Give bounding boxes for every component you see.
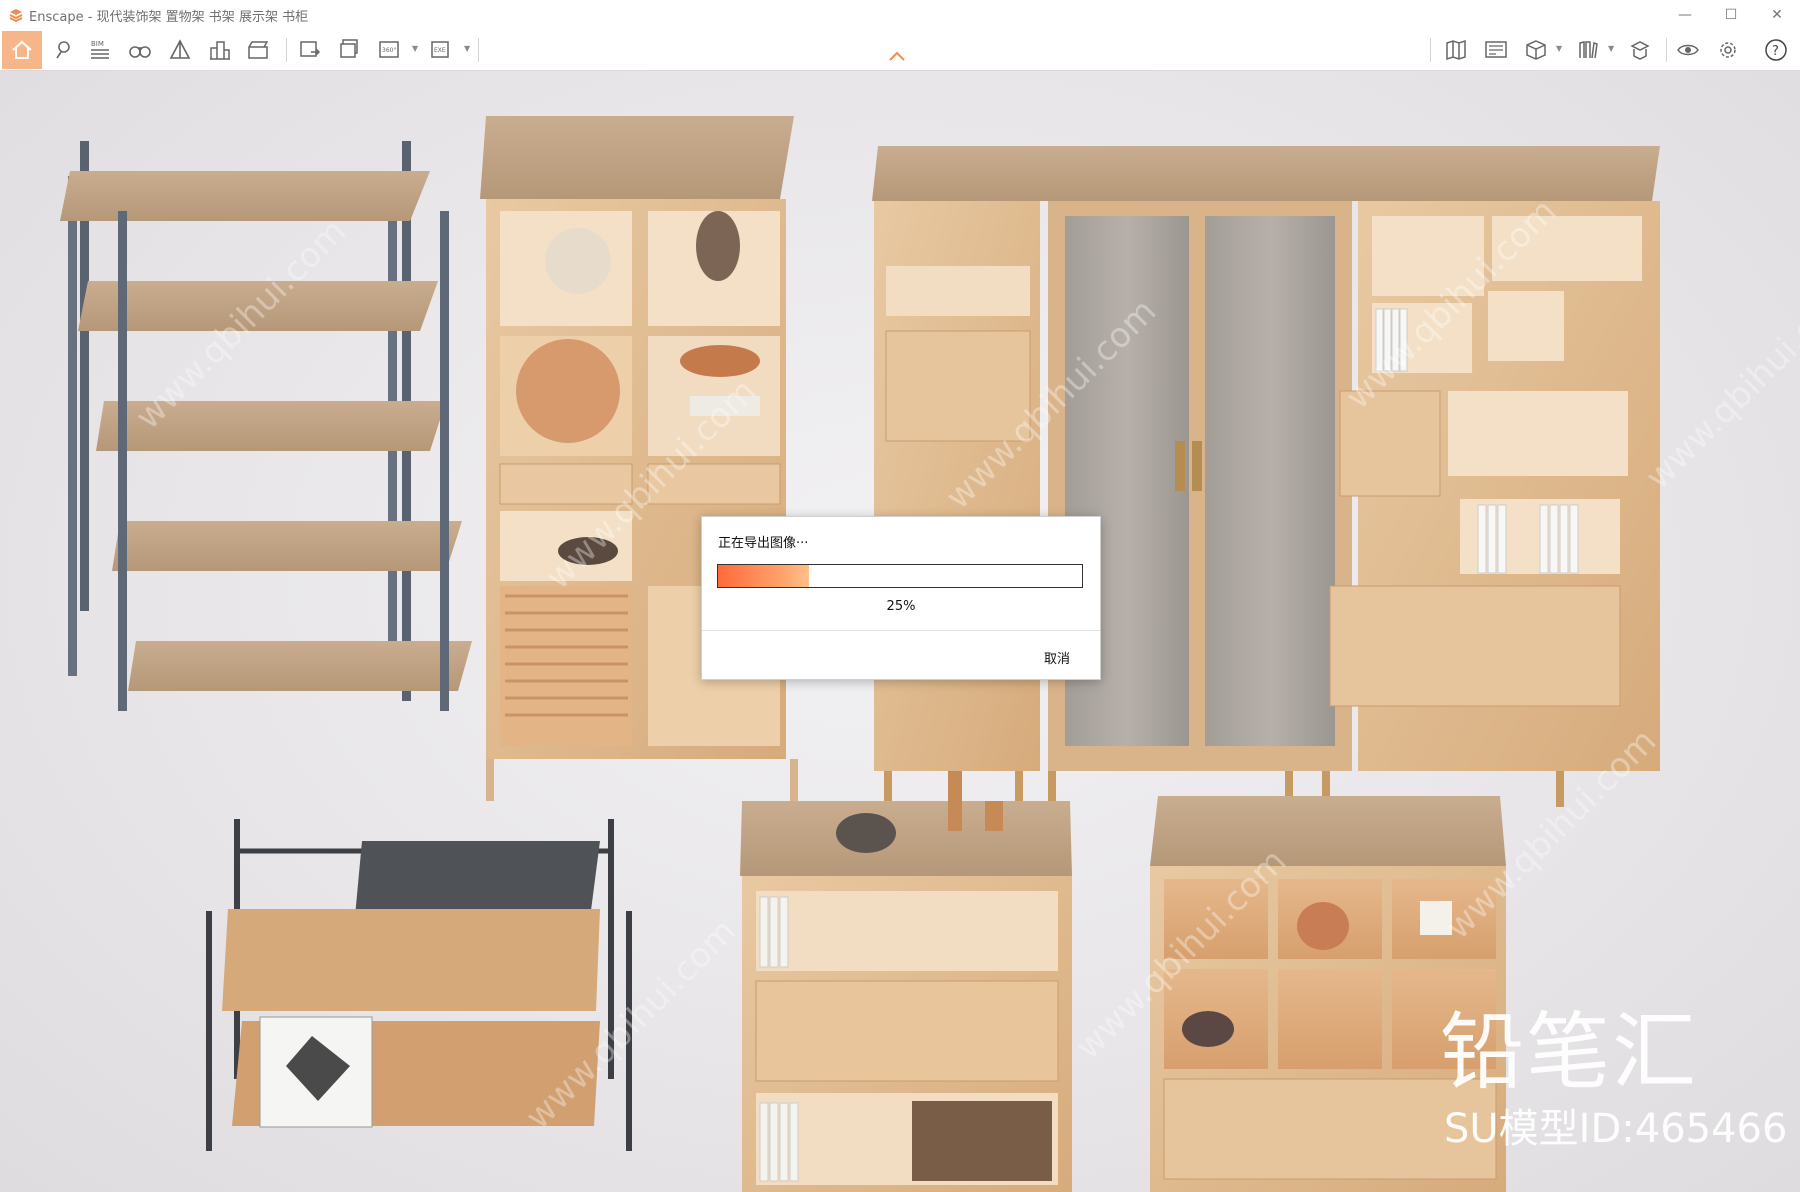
bim-icon: BIM [91, 40, 109, 59]
gear-icon [1720, 42, 1736, 58]
map-icon [1446, 39, 1466, 61]
home-button[interactable] [2, 31, 42, 69]
svg-text:BIM: BIM [91, 40, 104, 48]
binoculars-icon [129, 46, 151, 58]
location-button[interactable] [46, 34, 78, 66]
chevron-down-icon[interactable]: ▼ [1608, 44, 1614, 53]
dialog-divider [702, 630, 1100, 631]
svg-text:?: ? [1772, 44, 1779, 59]
close-button[interactable]: ✕ [1754, 0, 1800, 30]
toolbar: BIM 360° ▼ EXE ▼ ▼ ▼ ? [0, 30, 1800, 71]
window-controls: — ☐ ✕ [1662, 0, 1800, 30]
location-icon [56, 41, 70, 59]
svg-text:EXE: EXE [434, 47, 446, 54]
binoculars-button[interactable] [124, 34, 156, 66]
chevron-down-icon[interactable]: ▼ [412, 44, 418, 53]
map-button[interactable] [1440, 34, 1472, 66]
chevron-down-icon[interactable]: ▼ [464, 44, 470, 53]
progress-fill [718, 565, 809, 587]
clapper-icon [248, 41, 269, 59]
toolbar-separator [478, 38, 479, 62]
perspective-button[interactable] [164, 34, 196, 66]
screenshot-button[interactable] [294, 34, 326, 66]
eye-icon [1677, 44, 1699, 56]
cube-icon [1526, 40, 1546, 60]
export-progress-dialog: 正在导出图像··· 25% 取消 [701, 516, 1101, 680]
batch-render-icon [340, 39, 358, 58]
bim-button[interactable]: BIM [84, 34, 116, 66]
panorama-icon: 360° [379, 41, 399, 58]
cancel-button[interactable]: 取消 [1044, 648, 1070, 667]
perspective-icon [169, 39, 191, 59]
enscape-logo-icon [9, 9, 23, 22]
help-button[interactable]: ? [1760, 34, 1792, 66]
chevron-down-icon[interactable]: ▼ [1556, 44, 1562, 53]
library-icon [1579, 41, 1598, 59]
buildings-icon [210, 41, 230, 60]
buildings-button[interactable] [204, 34, 236, 66]
visibility-button[interactable] [1672, 34, 1704, 66]
cube-button[interactable] [1520, 34, 1552, 66]
monitor-button[interactable] [1480, 34, 1512, 66]
svg-text:360°: 360° [382, 47, 396, 54]
metal-shelf-unit [60, 141, 472, 711]
batch-render-button[interactable] [334, 34, 366, 66]
minimize-button[interactable]: — [1662, 0, 1708, 30]
display-cabinet [480, 116, 798, 801]
title-bar: Enscape - 现代装饰架 置物架 书架 展示架 书柜 — ☐ ✕ [0, 0, 1800, 30]
exe-export-icon: EXE [431, 41, 449, 58]
panorama-button[interactable]: 360° [374, 34, 406, 66]
svg-text:www.qbihui.com: www.qbihui.com [1638, 271, 1800, 497]
home-icon [12, 40, 32, 59]
low-cabinet [740, 771, 1072, 1192]
toolbar-separator [1430, 38, 1431, 62]
material-button[interactable] [1624, 34, 1656, 66]
dialog-title: 正在导出图像··· [718, 536, 809, 551]
library-button[interactable] [1572, 34, 1604, 66]
clapper-button[interactable] [242, 34, 274, 66]
progress-percent: 25% [886, 599, 916, 614]
settings-button[interactable] [1712, 34, 1744, 66]
exe-export-button[interactable]: EXE [426, 34, 458, 66]
screenshot-icon [300, 41, 321, 57]
material-icon [1630, 41, 1650, 60]
toolbar-separator [286, 38, 287, 62]
toolbar-separator [1666, 38, 1667, 62]
progress-bar [717, 564, 1083, 588]
window-title: Enscape - 现代装饰架 置物架 书架 展示架 书柜 [29, 9, 309, 25]
help-icon: ? [1765, 39, 1787, 61]
model-id-watermark: SU模型ID:465466 [1444, 1106, 1788, 1152]
monitor-icon [1485, 41, 1507, 58]
maximize-button[interactable]: ☐ [1708, 0, 1754, 30]
brand-watermark: 铅笔汇 [1440, 1003, 1699, 1101]
collapse-arrow-icon[interactable] [888, 50, 906, 62]
